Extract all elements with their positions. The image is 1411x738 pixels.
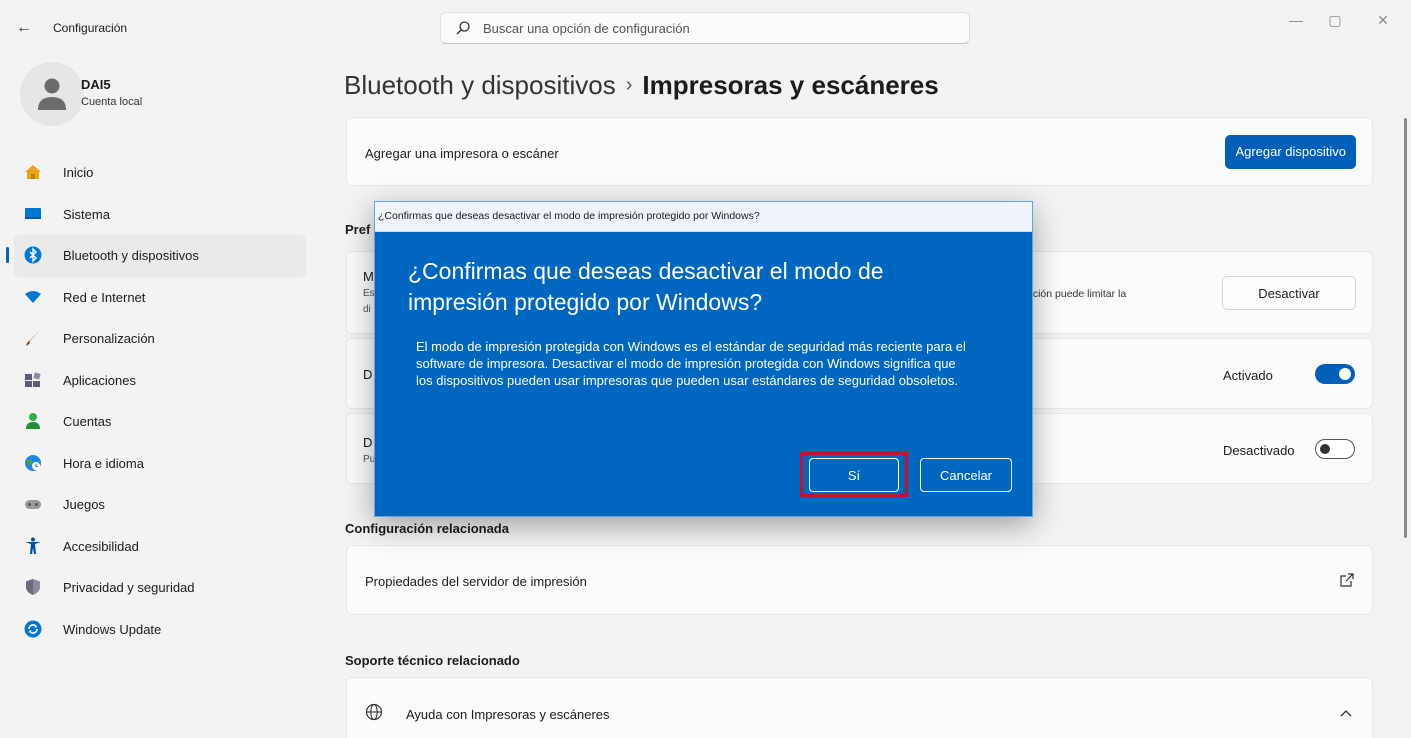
brush-icon	[26, 330, 40, 346]
sidebar-item-inicio[interactable]: Inicio	[14, 152, 306, 194]
dialog-body: El modo de impresión protegida con Windo…	[416, 339, 966, 388]
sidebar-item-red[interactable]: Red e Internet	[14, 277, 306, 319]
sidebar-item-label: Bluetooth y dispositivos	[63, 248, 199, 263]
apps-icon	[25, 371, 41, 387]
sidebar-item-label: Aplicaciones	[63, 372, 136, 388]
row-description: pción puede limitar la	[1027, 288, 1127, 300]
user-avatar-icon	[38, 78, 66, 110]
profile-account-type: Cuenta local	[81, 96, 143, 108]
sidebar-item-label: Inicio	[63, 165, 94, 180]
chevron-up-icon[interactable]	[1340, 709, 1352, 717]
active-indicator	[6, 247, 9, 263]
toggle-status-label: Activado	[1223, 368, 1273, 383]
sidebar-item-label: Red e Internet	[63, 289, 146, 305]
profile-name: DAI5	[81, 77, 111, 92]
dialog-window-title: ¿Confirmas que deseas desactivar el modo…	[378, 210, 760, 222]
sidebar-item-label: Personalización	[63, 331, 155, 346]
sidebar-item-label: Hora e idioma	[63, 455, 144, 471]
page-title: Bluetooth y dispositivos › Impresoras y es…	[344, 70, 939, 101]
search-box[interactable]	[440, 12, 970, 44]
close-button[interactable]: ✕	[1368, 8, 1398, 32]
accessibility-icon	[25, 537, 41, 554]
add-printer-label: Agregar una impresora o escáner	[365, 146, 559, 161]
sidebar-nav: Inicio Sistema Bluetooth y dispositivos …	[6, 152, 306, 651]
related-config-title: Configuración relacionada	[345, 521, 509, 536]
row-title-clipped: D	[363, 435, 373, 450]
wifi-icon	[25, 290, 41, 303]
help-label: Ayuda con Impresoras y escáneres	[406, 707, 610, 722]
avatar	[20, 62, 84, 126]
breadcrumb-current: Impresoras y escáneres	[642, 70, 939, 100]
back-arrow-icon[interactable]: ←	[14, 18, 34, 38]
sidebar-item-cuentas[interactable]: Cuentas	[14, 401, 306, 443]
sidebar-item-label: Sistema	[63, 206, 110, 222]
row-desc-clipped: Es	[363, 288, 375, 299]
row-desc-clipped: di	[363, 304, 371, 315]
shield-icon	[26, 579, 40, 595]
sidebar-item-label: Cuentas	[63, 414, 112, 429]
update-icon	[24, 620, 42, 637]
external-link-icon	[1340, 573, 1354, 587]
app-title: Configuración	[53, 21, 128, 35]
sidebar-item-juegos[interactable]: Juegos	[14, 484, 306, 526]
sidebar-item-label: Accesibilidad	[63, 538, 139, 554]
home-icon	[25, 165, 41, 179]
sidebar-item-sistema[interactable]: Sistema	[14, 194, 306, 236]
sidebar-item-privacidad[interactable]: Privacidad y seguridad	[14, 567, 306, 609]
scrollbar[interactable]	[1404, 118, 1407, 538]
toggle-switch-on[interactable]	[1315, 364, 1355, 384]
globe-clock-icon	[25, 454, 41, 471]
search-input[interactable]	[483, 13, 953, 43]
sidebar-item-personalizacion[interactable]: Personalización	[14, 318, 306, 360]
sidebar-item-aplicaciones[interactable]: Aplicaciones	[14, 360, 306, 402]
search-icon	[456, 21, 470, 35]
sidebar-item-label: Privacidad y seguridad	[63, 580, 195, 595]
user-icon	[26, 413, 40, 429]
globe-icon	[365, 703, 383, 721]
cancel-button[interactable]: Cancelar	[920, 458, 1012, 492]
row-title-clipped: D	[363, 367, 373, 382]
sidebar-item-label: Windows Update	[63, 621, 162, 637]
breadcrumb-parent[interactable]: Bluetooth y dispositivos	[344, 70, 616, 100]
breadcrumb-chevron-icon: ›	[625, 74, 633, 96]
dialog-title-bar: ¿Confirmas que deseas desactivar el modo…	[375, 202, 1032, 232]
maximize-button[interactable]: ▢	[1320, 8, 1350, 32]
sidebar-item-label: Juegos	[63, 497, 105, 512]
sidebar-item-hora[interactable]: Hora e idioma	[14, 443, 306, 485]
print-server-label: Propiedades del servidor de impresión	[365, 574, 587, 589]
monitor-icon	[25, 207, 41, 219]
add-device-button[interactable]: Agregar dispositivo	[1225, 135, 1356, 169]
sidebar-item-windows-update[interactable]: Windows Update	[14, 609, 306, 651]
add-printer-card: Agregar una impresora o escáner Agregar …	[346, 117, 1373, 186]
toggle-switch-off[interactable]	[1315, 439, 1355, 459]
print-server-card[interactable]: Propiedades del servidor de impresión	[346, 545, 1373, 615]
dialog-heading: ¿Confirmas que deseas desactivar el modo…	[408, 258, 884, 315]
gamepad-icon	[25, 500, 41, 509]
confirm-dialog: ¿Confirmas que deseas desactivar el modo…	[374, 201, 1033, 517]
yes-button[interactable]: Sí	[809, 458, 899, 492]
bluetooth-icon	[24, 246, 42, 264]
minimize-button[interactable]: —	[1281, 8, 1311, 32]
toggle-status-label: Desactivado	[1223, 443, 1295, 458]
preferences-section-title: Pref	[345, 222, 371, 237]
deactivate-button[interactable]: Desactivar	[1222, 276, 1356, 310]
sidebar-item-accesibilidad[interactable]: Accesibilidad	[14, 526, 306, 568]
support-title: Soporte técnico relacionado	[345, 653, 520, 668]
row-title-clipped: M	[363, 269, 374, 284]
sidebar-item-bluetooth[interactable]: Bluetooth y dispositivos	[6, 235, 306, 277]
help-card[interactable]: Ayuda con Impresoras y escáneres	[346, 677, 1373, 738]
title-bar: ← Configuración — ▢ ✕	[0, 0, 1411, 56]
